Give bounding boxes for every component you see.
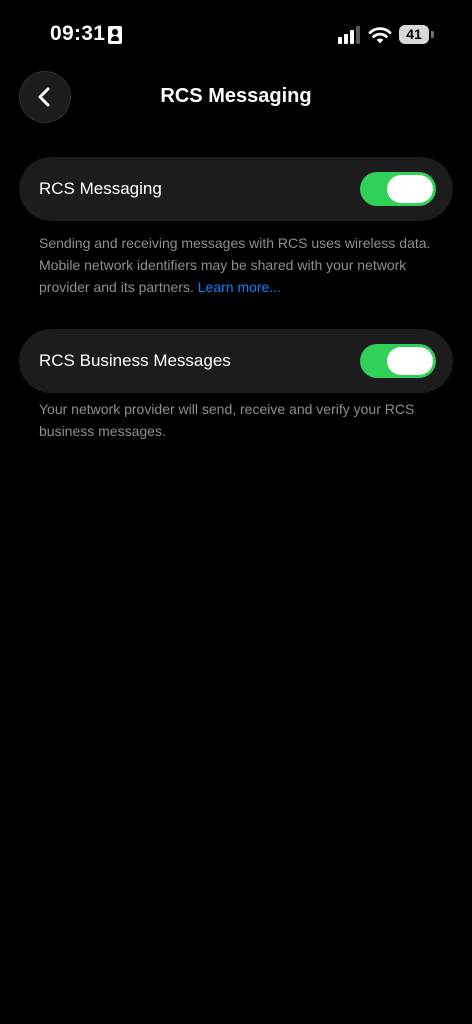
status-time: 09:31 <box>50 22 106 45</box>
toggle-knob <box>387 347 433 375</box>
battery-icon: 41 <box>399 25 429 44</box>
rcs-business-messages-toggle[interactable] <box>360 344 436 378</box>
wifi-icon <box>368 25 392 45</box>
cellular-signal-icon <box>338 26 364 44</box>
battery-level: 41 <box>406 26 422 42</box>
learn-more-link[interactable]: Learn more... <box>198 279 281 295</box>
rcs-business-messages-row: RCS Business Messages <box>19 329 453 393</box>
rcs-business-messages-footnote: Your network provider will send, receive… <box>39 401 415 439</box>
rcs-messaging-footnote: Sending and receiving messages with RCS … <box>39 232 439 298</box>
status-bar: 09:31 41 <box>0 0 472 70</box>
rcs-business-messages-label: RCS Business Messages <box>39 351 231 370</box>
rcs-messaging-toggle[interactable] <box>360 172 436 206</box>
rcs-messaging-label: RCS Messaging <box>39 179 162 198</box>
page-title: RCS Messaging <box>160 85 312 107</box>
rcs-messaging-row: RCS Messaging <box>19 157 453 221</box>
contact-card-icon <box>108 26 122 44</box>
toggle-knob <box>387 175 433 203</box>
battery-tip <box>431 31 434 38</box>
